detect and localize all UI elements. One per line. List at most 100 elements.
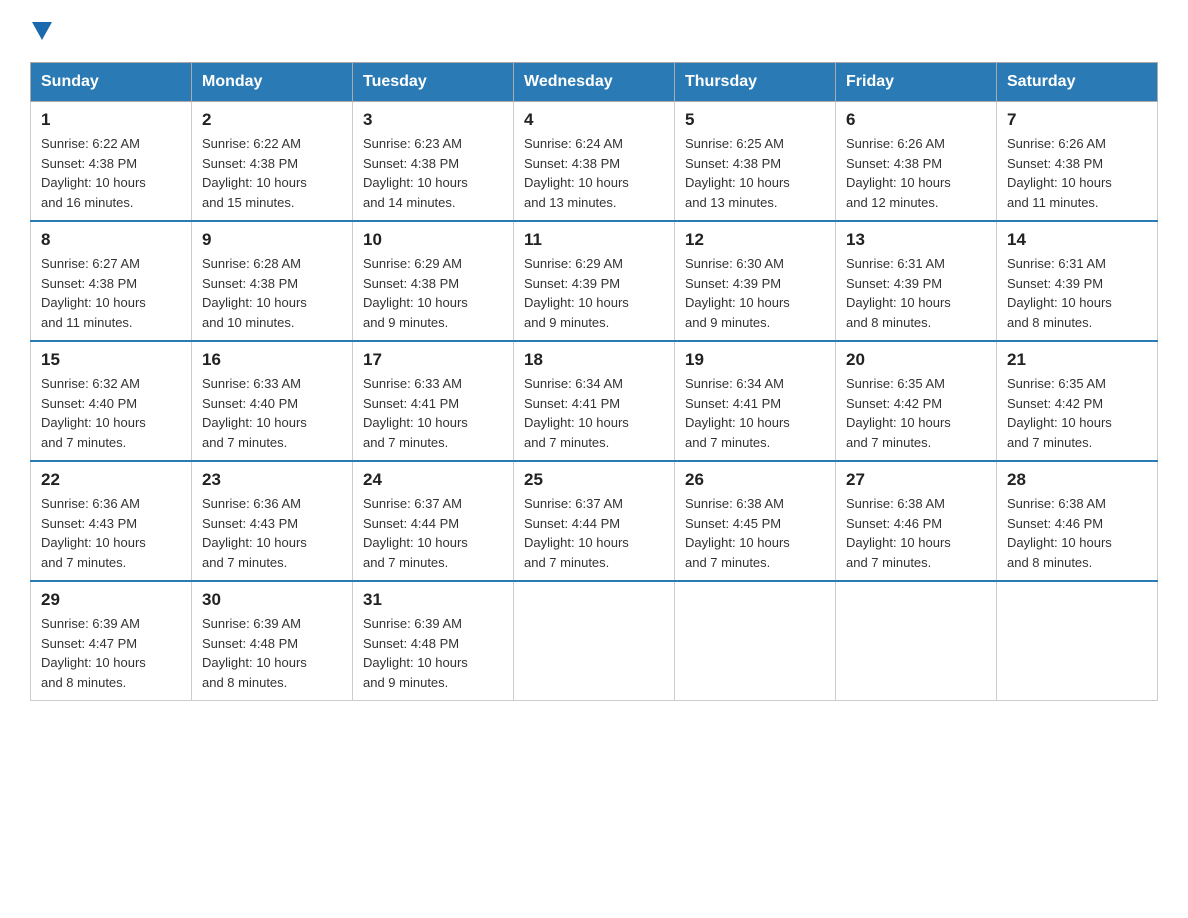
day-info: Sunrise: 6:36 AMSunset: 4:43 PMDaylight:…	[202, 494, 342, 572]
week-row-3: 15 Sunrise: 6:32 AMSunset: 4:40 PMDayligh…	[31, 341, 1158, 461]
day-info: Sunrise: 6:33 AMSunset: 4:40 PMDaylight:…	[202, 374, 342, 452]
calendar-cell: 18 Sunrise: 6:34 AMSunset: 4:41 PMDayligh…	[514, 341, 675, 461]
calendar-cell: 9 Sunrise: 6:28 AMSunset: 4:38 PMDaylight…	[192, 221, 353, 341]
calendar-cell: 27 Sunrise: 6:38 AMSunset: 4:46 PMDayligh…	[836, 461, 997, 581]
week-row-5: 29 Sunrise: 6:39 AMSunset: 4:47 PMDayligh…	[31, 581, 1158, 701]
day-info: Sunrise: 6:24 AMSunset: 4:38 PMDaylight:…	[524, 134, 664, 212]
header-thursday: Thursday	[675, 63, 836, 102]
day-info: Sunrise: 6:38 AMSunset: 4:45 PMDaylight:…	[685, 494, 825, 572]
calendar-cell: 11 Sunrise: 6:29 AMSunset: 4:39 PMDayligh…	[514, 221, 675, 341]
day-info: Sunrise: 6:22 AMSunset: 4:38 PMDaylight:…	[202, 134, 342, 212]
day-number: 20	[846, 350, 986, 370]
day-info: Sunrise: 6:34 AMSunset: 4:41 PMDaylight:…	[524, 374, 664, 452]
day-number: 13	[846, 230, 986, 250]
header-saturday: Saturday	[997, 63, 1158, 102]
calendar-cell: 13 Sunrise: 6:31 AMSunset: 4:39 PMDayligh…	[836, 221, 997, 341]
day-info: Sunrise: 6:39 AMSunset: 4:47 PMDaylight:…	[41, 614, 181, 692]
day-number: 25	[524, 470, 664, 490]
day-number: 17	[363, 350, 503, 370]
calendar-cell: 16 Sunrise: 6:33 AMSunset: 4:40 PMDayligh…	[192, 341, 353, 461]
logo	[30, 20, 52, 42]
day-number: 2	[202, 110, 342, 130]
calendar-cell	[675, 581, 836, 701]
calendar-cell: 3Sunrise: 6:23 AMSunset: 4:38 PMDaylight…	[353, 102, 514, 222]
day-info: Sunrise: 6:35 AMSunset: 4:42 PMDaylight:…	[846, 374, 986, 452]
calendar-cell: 10 Sunrise: 6:29 AMSunset: 4:38 PMDayligh…	[353, 221, 514, 341]
day-info: Sunrise: 6:39 AMSunset: 4:48 PMDaylight:…	[363, 614, 503, 692]
logo-triangle-icon	[32, 22, 52, 40]
day-number: 12	[685, 230, 825, 250]
day-info: Sunrise: 6:28 AMSunset: 4:38 PMDaylight:…	[202, 254, 342, 332]
day-info: Sunrise: 6:29 AMSunset: 4:38 PMDaylight:…	[363, 254, 503, 332]
day-number: 16	[202, 350, 342, 370]
day-number: 31	[363, 590, 503, 610]
day-info: Sunrise: 6:39 AMSunset: 4:48 PMDaylight:…	[202, 614, 342, 692]
day-info: Sunrise: 6:33 AMSunset: 4:41 PMDaylight:…	[363, 374, 503, 452]
day-number: 15	[41, 350, 181, 370]
day-number: 7	[1007, 110, 1147, 130]
header-sunday: Sunday	[31, 63, 192, 102]
calendar-cell: 5 Sunrise: 6:25 AMSunset: 4:38 PMDaylight…	[675, 102, 836, 222]
calendar-cell: 1Sunrise: 6:22 AMSunset: 4:38 PMDaylight…	[31, 102, 192, 222]
header-friday: Friday	[836, 63, 997, 102]
header-tuesday: Tuesday	[353, 63, 514, 102]
week-row-1: 1 Sunrise: 6:22 AMSunset: 4:38 PMDaylight…	[31, 102, 1158, 222]
day-info: Sunrise: 6:30 AMSunset: 4:39 PMDaylight:…	[685, 254, 825, 332]
day-number: 10	[363, 230, 503, 250]
day-info: Sunrise: 6:38 AMSunset: 4:46 PMDaylight:…	[846, 494, 986, 572]
day-number: 24	[363, 470, 503, 490]
day-info: Sunrise: 6:26 AMSunset: 4:38 PMDaylight:…	[846, 134, 986, 212]
calendar-cell: 20 Sunrise: 6:35 AMSunset: 4:42 PMDayligh…	[836, 341, 997, 461]
calendar-cell: 28Sunrise: 6:38 AMSunset: 4:46 PMDayligh…	[997, 461, 1158, 581]
day-number: 8	[41, 230, 181, 250]
calendar-cell	[836, 581, 997, 701]
week-row-2: 8Sunrise: 6:27 AMSunset: 4:38 PMDaylight…	[31, 221, 1158, 341]
calendar-cell: 15 Sunrise: 6:32 AMSunset: 4:40 PMDayligh…	[31, 341, 192, 461]
calendar-cell: 24 Sunrise: 6:37 AMSunset: 4:44 PMDayligh…	[353, 461, 514, 581]
day-number: 11	[524, 230, 664, 250]
calendar-cell: 21 Sunrise: 6:35 AMSunset: 4:42 PMDayligh…	[997, 341, 1158, 461]
calendar-table: SundayMondayTuesdayWednesdayThursdayFrid…	[30, 62, 1158, 701]
day-info: Sunrise: 6:25 AMSunset: 4:38 PMDaylight:…	[685, 134, 825, 212]
day-info: Sunrise: 6:26 AMSunset: 4:38 PMDaylight:…	[1007, 134, 1147, 212]
calendar-cell: 31 Sunrise: 6:39 AMSunset: 4:48 PMDayligh…	[353, 581, 514, 701]
day-number: 4	[524, 110, 664, 130]
day-info: Sunrise: 6:31 AMSunset: 4:39 PMDaylight:…	[1007, 254, 1147, 332]
calendar-cell: 4 Sunrise: 6:24 AMSunset: 4:38 PMDaylight…	[514, 102, 675, 222]
calendar-cell: 17 Sunrise: 6:33 AMSunset: 4:41 PMDayligh…	[353, 341, 514, 461]
day-number: 26	[685, 470, 825, 490]
calendar-cell: 8Sunrise: 6:27 AMSunset: 4:38 PMDaylight…	[31, 221, 192, 341]
day-info: Sunrise: 6:32 AMSunset: 4:40 PMDaylight:…	[41, 374, 181, 452]
day-info: Sunrise: 6:36 AMSunset: 4:43 PMDaylight:…	[41, 494, 181, 572]
day-number: 27	[846, 470, 986, 490]
day-info: Sunrise: 6:23 AMSunset: 4:38 PMDaylight:…	[363, 134, 503, 212]
calendar-cell: 12 Sunrise: 6:30 AMSunset: 4:39 PMDayligh…	[675, 221, 836, 341]
day-info: Sunrise: 6:31 AMSunset: 4:39 PMDaylight:…	[846, 254, 986, 332]
calendar-cell: 23Sunrise: 6:36 AMSunset: 4:43 PMDayligh…	[192, 461, 353, 581]
calendar-cell: 29 Sunrise: 6:39 AMSunset: 4:47 PMDayligh…	[31, 581, 192, 701]
day-number: 22	[41, 470, 181, 490]
day-number: 14	[1007, 230, 1147, 250]
calendar-cell: 7 Sunrise: 6:26 AMSunset: 4:38 PMDaylight…	[997, 102, 1158, 222]
day-number: 5	[685, 110, 825, 130]
header-monday: Monday	[192, 63, 353, 102]
day-info: Sunrise: 6:37 AMSunset: 4:44 PMDaylight:…	[524, 494, 664, 572]
day-info: Sunrise: 6:35 AMSunset: 4:42 PMDaylight:…	[1007, 374, 1147, 452]
calendar-cell	[997, 581, 1158, 701]
day-number: 9	[202, 230, 342, 250]
day-number: 18	[524, 350, 664, 370]
day-info: Sunrise: 6:29 AMSunset: 4:39 PMDaylight:…	[524, 254, 664, 332]
day-number: 1	[41, 110, 181, 130]
calendar-cell: 19 Sunrise: 6:34 AMSunset: 4:41 PMDayligh…	[675, 341, 836, 461]
header-wednesday: Wednesday	[514, 63, 675, 102]
week-row-4: 22 Sunrise: 6:36 AMSunset: 4:43 PMDayligh…	[31, 461, 1158, 581]
day-info: Sunrise: 6:37 AMSunset: 4:44 PMDaylight:…	[363, 494, 503, 572]
calendar-cell: 6 Sunrise: 6:26 AMSunset: 4:38 PMDaylight…	[836, 102, 997, 222]
day-number: 21	[1007, 350, 1147, 370]
day-info: Sunrise: 6:34 AMSunset: 4:41 PMDaylight:…	[685, 374, 825, 452]
calendar-cell: 14 Sunrise: 6:31 AMSunset: 4:39 PMDayligh…	[997, 221, 1158, 341]
day-number: 6	[846, 110, 986, 130]
page-header	[30, 20, 1158, 42]
day-number: 19	[685, 350, 825, 370]
day-number: 29	[41, 590, 181, 610]
